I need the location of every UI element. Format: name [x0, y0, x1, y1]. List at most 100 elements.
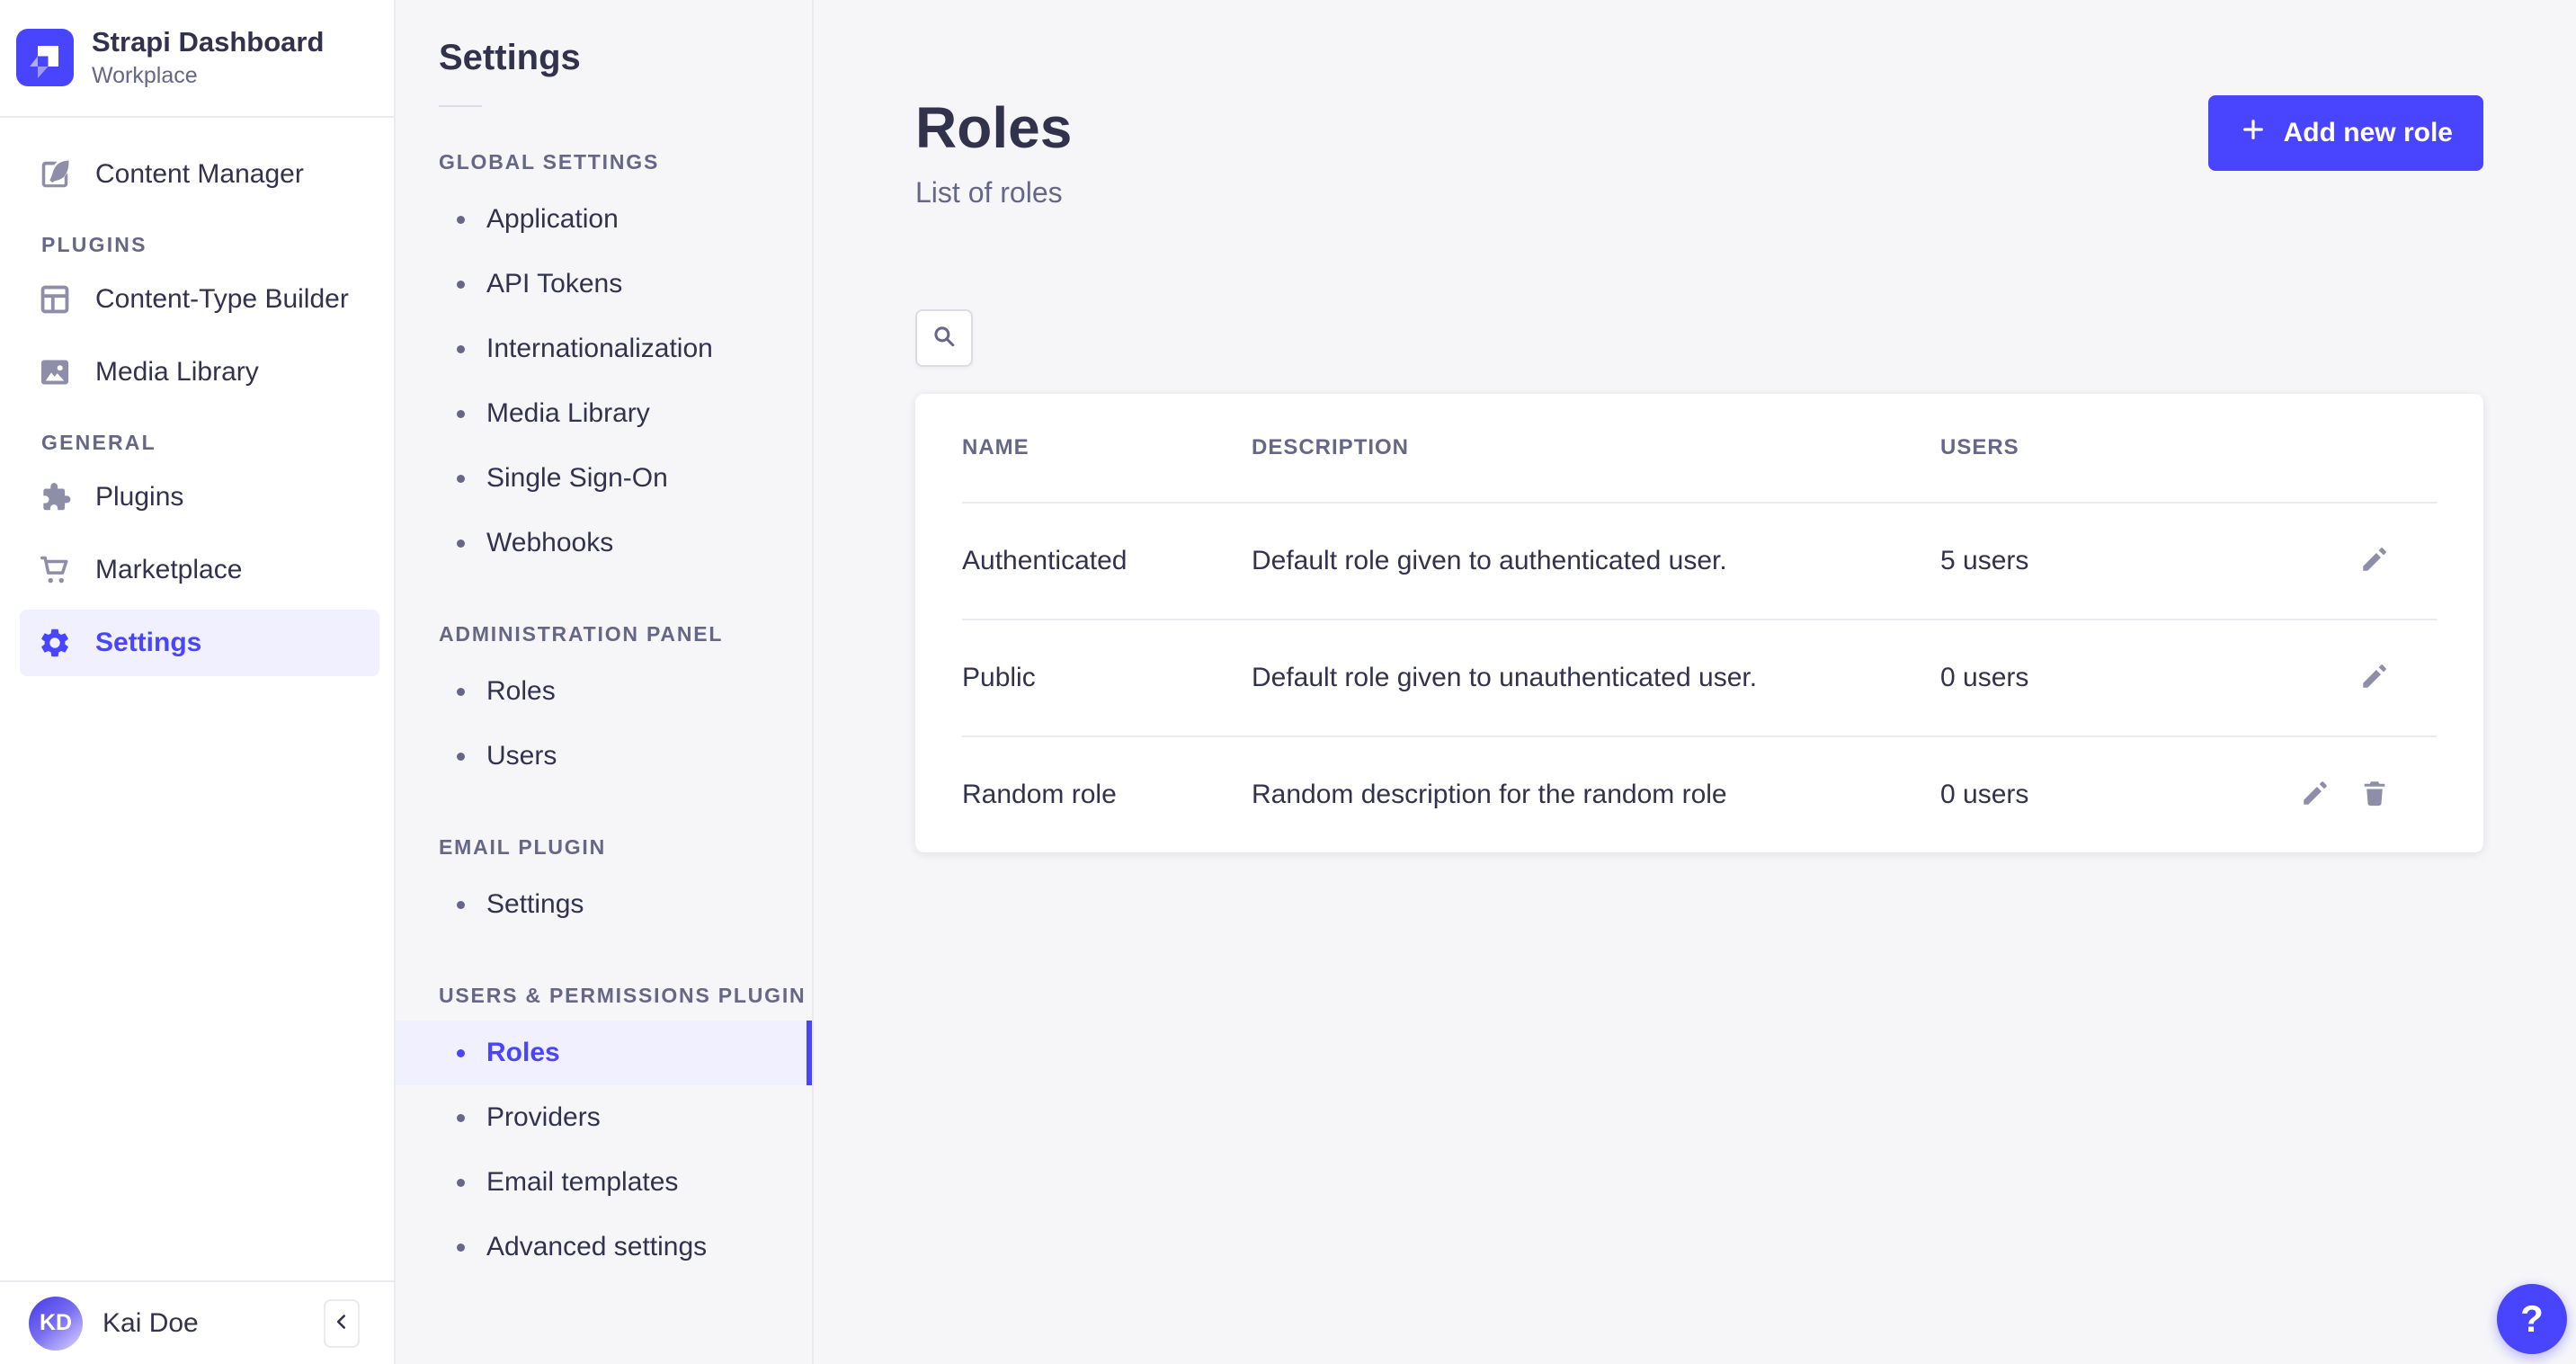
sub-section-email-plugin: EMAIL PLUGIN: [439, 835, 812, 860]
picture-icon: [38, 355, 72, 389]
sub-nav-item-label: Media Library: [486, 398, 650, 429]
sub-nav-item-label: Webhooks: [486, 528, 613, 558]
row-actions: [2358, 544, 2392, 578]
page-title: Roles: [915, 95, 1072, 162]
plus-icon: [2239, 115, 2268, 151]
roles-table: NAME DESCRIPTION USERS Authenticated Def…: [915, 394, 2483, 852]
sub-nav-item-providers[interactable]: Providers: [396, 1085, 812, 1150]
sub-nav-item-label: Email templates: [486, 1167, 678, 1198]
nav-item-plugins[interactable]: Plugins: [20, 464, 379, 530]
bullet-icon: [457, 901, 465, 909]
nav-section-general: GENERAL: [41, 431, 394, 455]
collapse-sidebar-button[interactable]: [324, 1299, 360, 1348]
table-row-public[interactable]: Public Default role given to unauthentic…: [962, 619, 2437, 735]
bullet-icon: [457, 1114, 465, 1122]
edit-role-button[interactable]: [2358, 661, 2392, 695]
nav-item-label: Media Library: [95, 357, 259, 388]
nav-item-label: Content Manager: [95, 159, 304, 190]
shopping-cart-icon: [38, 553, 72, 587]
sub-nav-item-label: Roles: [486, 676, 556, 707]
brand-text: Strapi Dashboard Workplace: [92, 25, 324, 89]
strapi-logo-icon: [16, 29, 74, 86]
role-description: Default role given to authenticated user…: [1252, 546, 1940, 576]
sub-nav-item-application[interactable]: Application: [396, 187, 812, 252]
sub-nav-item-admin-roles[interactable]: Roles: [396, 659, 812, 724]
table-header-row: NAME DESCRIPTION USERS: [962, 394, 2437, 502]
help-button[interactable]: ?: [2497, 1284, 2567, 1354]
settings-sub-sidebar: Settings GLOBAL SETTINGS Application API…: [396, 0, 814, 1364]
delete-role-button[interactable]: [2358, 778, 2392, 812]
sub-nav-item-single-sign-on[interactable]: Single Sign-On: [396, 446, 812, 511]
bullet-icon: [457, 410, 465, 418]
sub-nav-item-api-tokens[interactable]: API Tokens: [396, 252, 812, 316]
role-users-count: 0 users: [1940, 780, 2298, 810]
add-new-role-label: Add new role: [2284, 118, 2453, 148]
question-mark-icon: ?: [2520, 1297, 2544, 1341]
row-actions: [2358, 661, 2392, 695]
sub-nav-item-up-roles[interactable]: Roles: [396, 1021, 812, 1085]
sub-nav-title: Settings: [439, 38, 812, 78]
user-name: Kai Doe: [103, 1308, 304, 1339]
workspace-switcher[interactable]: Strapi Dashboard Workplace: [0, 0, 394, 116]
trash-icon: [2359, 778, 2390, 811]
sub-nav-item-label: Application: [486, 204, 619, 235]
nav-item-content-manager[interactable]: Content Manager: [20, 141, 379, 208]
sub-nav-item-label: Roles: [486, 1038, 560, 1068]
bullet-icon: [457, 753, 465, 761]
divider: [439, 105, 482, 107]
role-name: Random role: [962, 780, 1252, 810]
sub-nav-item-email-templates[interactable]: Email templates: [396, 1150, 812, 1215]
column-header-users: USERS: [1940, 435, 2437, 460]
nav-item-label: Marketplace: [95, 555, 242, 585]
role-name: Public: [962, 663, 1252, 693]
bullet-icon: [457, 281, 465, 289]
table-row-random-role[interactable]: Random role Random description for the r…: [962, 735, 2437, 852]
bullet-icon: [457, 345, 465, 353]
nav-item-label: Settings: [95, 628, 201, 658]
bullet-icon: [457, 539, 465, 548]
pencil-icon: [2300, 778, 2331, 811]
workspace-subtitle: Workplace: [92, 63, 324, 89]
sidebar-footer: KD Kai Doe: [0, 1280, 394, 1364]
bullet-icon: [457, 1049, 465, 1057]
sub-nav-item-admin-users[interactable]: Users: [396, 724, 812, 789]
layout-grid-icon: [38, 282, 72, 316]
user-avatar[interactable]: KD: [29, 1297, 83, 1351]
search-icon: [931, 323, 958, 352]
bullet-icon: [457, 688, 465, 696]
sub-nav-item-internationalization[interactable]: Internationalization: [396, 316, 812, 381]
sub-nav-item-label: Providers: [486, 1102, 601, 1133]
main-sidebar: Strapi Dashboard Workplace Content Manag…: [0, 0, 396, 1364]
edit-role-button[interactable]: [2358, 544, 2392, 578]
main-content: Roles List of roles Add new role NAME DE…: [814, 0, 2576, 1364]
nav-item-content-type-builder[interactable]: Content-Type Builder: [20, 266, 379, 333]
page-subtitle: List of roles: [915, 176, 1072, 210]
pencil-icon: [2359, 544, 2390, 577]
strapi-admin-app: Strapi Dashboard Workplace Content Manag…: [0, 0, 2576, 1364]
column-header-description: DESCRIPTION: [1252, 435, 1940, 460]
feather-pen-icon: [38, 157, 72, 192]
nav-item-label: Plugins: [95, 482, 183, 513]
edit-role-button[interactable]: [2298, 778, 2332, 812]
table-row-authenticated[interactable]: Authenticated Default role given to auth…: [962, 502, 2437, 619]
sub-nav-item-media-library[interactable]: Media Library: [396, 381, 812, 446]
nav-item-settings[interactable]: Settings: [20, 610, 379, 676]
nav-item-media-library[interactable]: Media Library: [20, 339, 379, 406]
gear-icon: [38, 626, 72, 660]
add-new-role-button[interactable]: Add new role: [2208, 95, 2483, 171]
bullet-icon: [457, 216, 465, 224]
sub-nav-item-advanced-settings[interactable]: Advanced settings: [396, 1215, 812, 1279]
table-toolbar: [915, 309, 2483, 367]
sub-nav-item-label: Users: [486, 741, 557, 771]
search-button[interactable]: [915, 309, 973, 367]
workspace-title: Strapi Dashboard: [92, 25, 324, 58]
role-users-count: 5 users: [1940, 546, 2358, 576]
sub-nav-item-email-settings[interactable]: Settings: [396, 872, 812, 937]
role-description: Random description for the random role: [1252, 780, 1940, 810]
sub-nav-item-webhooks[interactable]: Webhooks: [396, 511, 812, 575]
nav-section-plugins: PLUGINS: [41, 233, 394, 257]
nav-item-label: Content-Type Builder: [95, 284, 349, 315]
content-header: Roles List of roles Add new role: [915, 0, 2483, 210]
sub-nav-item-label: Single Sign-On: [486, 463, 668, 494]
nav-item-marketplace[interactable]: Marketplace: [20, 537, 379, 603]
